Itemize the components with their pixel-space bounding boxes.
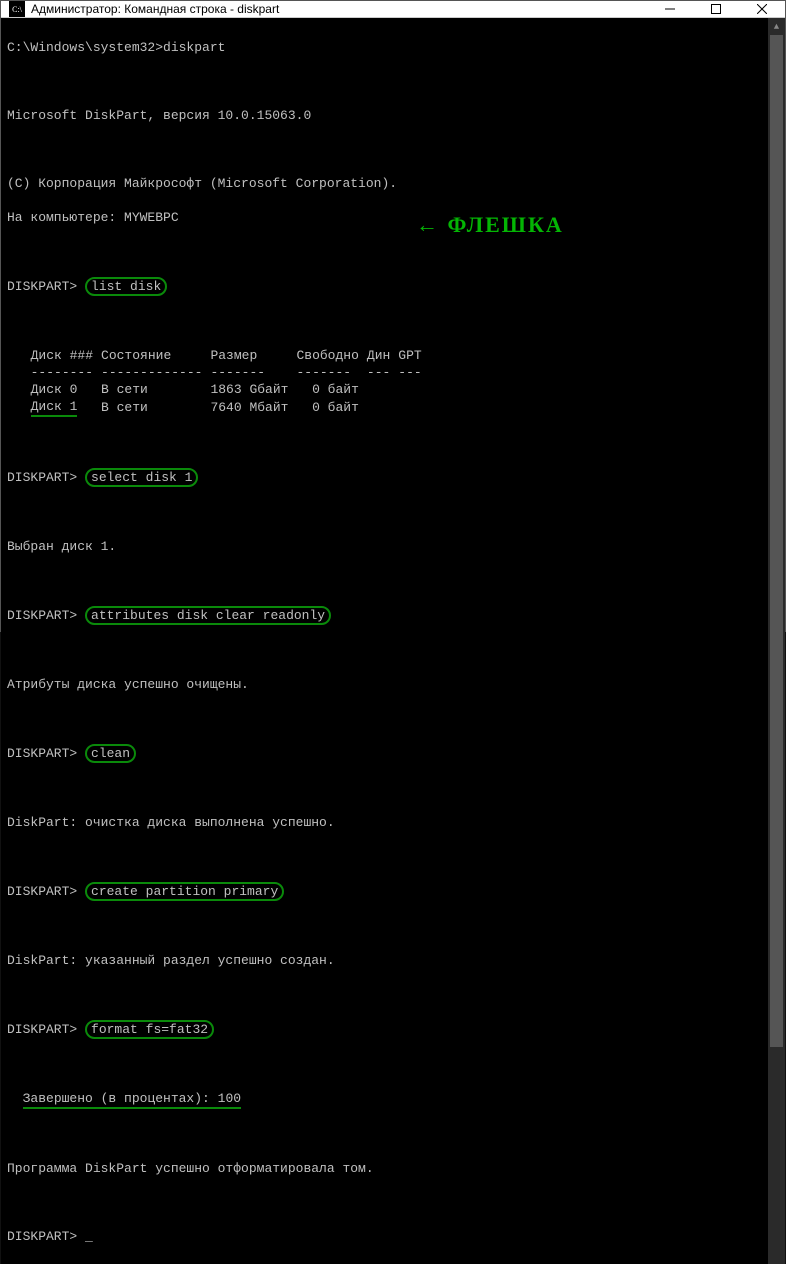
resp-clean: DiskPart: очистка диска выполнена успешн… xyxy=(7,814,762,831)
cell-state: В сети xyxy=(101,398,210,417)
table-header: Диск ### Состояние Размер Свободно Дин G… xyxy=(7,347,430,364)
cell-state: В сети xyxy=(101,381,210,398)
computer-line: На компьютере: MYWEBPC xyxy=(7,209,762,226)
close-button[interactable] xyxy=(739,1,785,17)
window-controls xyxy=(647,1,785,17)
cell-free: 0 байт xyxy=(296,398,366,417)
cmd-select-disk: select disk 1 xyxy=(85,468,198,487)
path-prompt: C:\Windows\system32> xyxy=(7,40,163,55)
col-dyn: Дин xyxy=(367,347,398,364)
scroll-thumb[interactable] xyxy=(770,35,783,1047)
dp-prompt: DISKPART> xyxy=(7,1229,77,1244)
titlebar[interactable]: C:\ Администратор: Командная строка - di… xyxy=(1,1,785,18)
dp-prompt: DISKPART> xyxy=(7,884,77,899)
cmd-list-disk: list disk xyxy=(85,277,167,296)
dp-prompt: DISKPART> xyxy=(7,279,77,294)
cell-disk: Диск 1 xyxy=(31,398,78,417)
cmd-create-partition: create partition primary xyxy=(85,882,284,901)
dp-prompt: DISKPART> xyxy=(7,470,77,485)
disk-table: Диск ### Состояние Размер Свободно Дин G… xyxy=(7,347,430,417)
maximize-button[interactable] xyxy=(693,1,739,17)
resp-select: Выбран диск 1. xyxy=(7,538,762,555)
col-disk: Диск ### xyxy=(31,347,101,364)
cmd-clean: clean xyxy=(85,744,136,763)
cmd-format: format fs=fat32 xyxy=(85,1020,214,1039)
minimize-icon xyxy=(665,4,675,14)
col-gpt: GPT xyxy=(398,347,429,364)
client-area: C:\Windows\system32>diskpart Microsoft D… xyxy=(1,18,785,1264)
scroll-track[interactable] xyxy=(768,35,785,1264)
terminal-output[interactable]: C:\Windows\system32>diskpart Microsoft D… xyxy=(1,18,768,1264)
vertical-scrollbar[interactable]: ▲ ▼ xyxy=(768,18,785,1264)
cmd-icon: C:\ xyxy=(9,1,25,17)
minimize-button[interactable] xyxy=(647,1,693,17)
col-size: Размер xyxy=(210,347,296,364)
table-row: Диск 1 В сети 7640 Mбайт 0 байт xyxy=(7,398,430,417)
col-free: Свободно xyxy=(296,347,366,364)
resp-attributes: Атрибуты диска успешно очищены. xyxy=(7,676,762,693)
col-state: Состояние xyxy=(101,347,210,364)
table-sep: -------- ------------- ------- ------- -… xyxy=(7,364,430,381)
cell-free: 0 байт xyxy=(296,381,366,398)
cell-disk: Диск 0 xyxy=(31,381,101,398)
cell-size: 7640 Mбайт xyxy=(210,398,296,417)
resp-create: DiskPart: указанный раздел успешно созда… xyxy=(7,952,762,969)
close-icon xyxy=(757,4,767,14)
window-title: Администратор: Командная строка - diskpa… xyxy=(31,2,647,16)
maximize-icon xyxy=(711,4,721,14)
cmd-attributes: attributes disk clear readonly xyxy=(85,606,331,625)
handwritten-annotation: ← ФЛЕШКА xyxy=(416,216,564,233)
dp-prompt: DISKPART> xyxy=(7,1022,77,1037)
resp-format-progress: Завершено (в процентах): 100 xyxy=(23,1090,241,1109)
dp-prompt: DISKPART> xyxy=(7,608,77,623)
scroll-up-icon[interactable]: ▲ xyxy=(768,18,785,35)
copyright-line: (C) Корпорация Майкрософт (Microsoft Cor… xyxy=(7,175,762,192)
resp-format-done: Программа DiskPart успешно отформатирова… xyxy=(7,1160,762,1177)
version-line: Microsoft DiskPart, версия 10.0.15063.0 xyxy=(7,107,762,124)
dp-prompt: DISKPART> xyxy=(7,746,77,761)
cursor: _ xyxy=(85,1229,93,1244)
cell-size: 1863 Gбайт xyxy=(210,381,296,398)
table-row: Диск 0 В сети 1863 Gбайт 0 байт xyxy=(7,381,430,398)
cmd-diskpart: diskpart xyxy=(163,40,225,55)
cmd-window: C:\ Администратор: Командная строка - di… xyxy=(0,0,786,632)
